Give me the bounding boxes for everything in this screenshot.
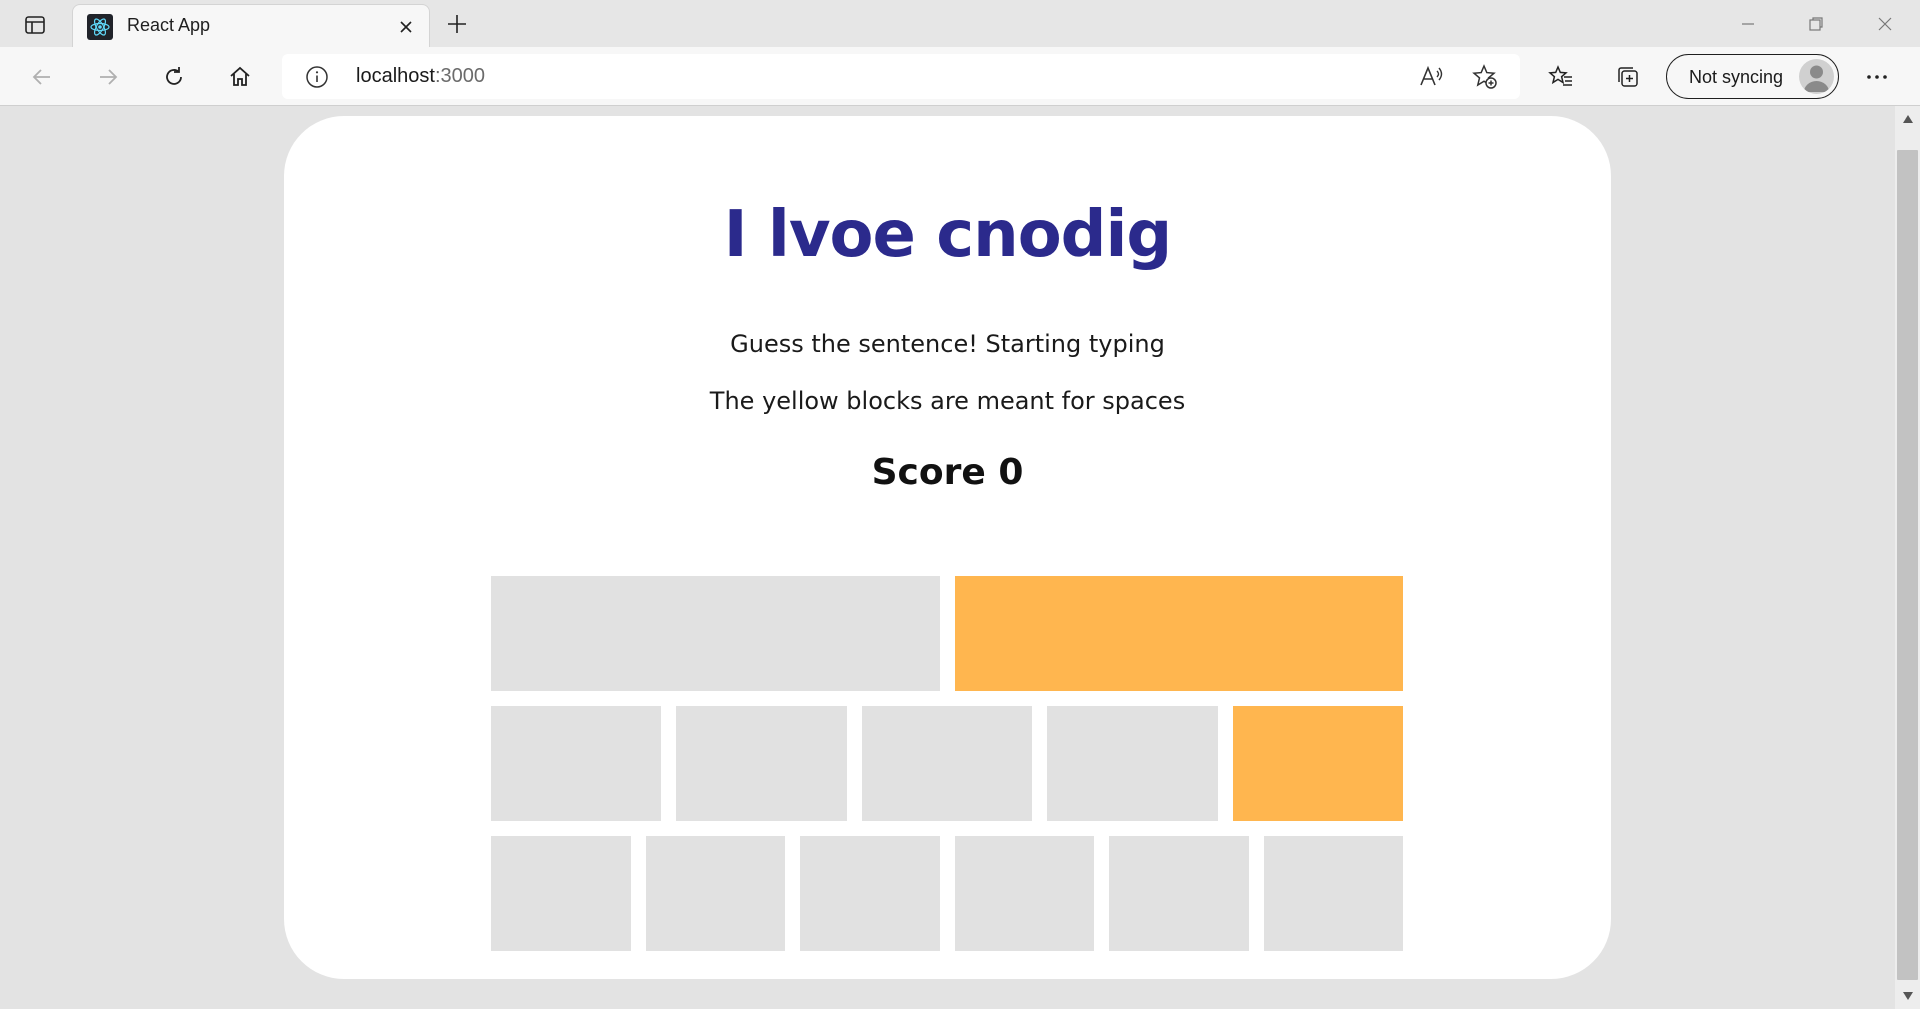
block-row: [491, 836, 1403, 951]
address-bar[interactable]: localhost:3000: [282, 54, 1520, 99]
letter-block: [800, 836, 940, 951]
favorites-button[interactable]: [1541, 57, 1581, 97]
scroll-down-button[interactable]: [1895, 983, 1920, 1009]
letter-block: [676, 706, 847, 821]
letter-block: [954, 836, 1094, 951]
site-info-icon[interactable]: [304, 64, 330, 90]
back-arrow-icon: [32, 69, 50, 85]
refresh-icon: [166, 67, 182, 85]
forward-button[interactable]: [88, 57, 128, 97]
read-aloud-icon: [1420, 65, 1443, 86]
window-close-button[interactable]: [1860, 6, 1910, 42]
back-button[interactable]: [22, 57, 62, 97]
tab-actions-button[interactable]: [18, 10, 52, 40]
tab-react-app[interactable]: React App: [72, 4, 430, 47]
score-value: 0: [998, 452, 1024, 493]
minimize-icon: [1742, 23, 1754, 25]
scroll-up-button[interactable]: [1895, 106, 1920, 132]
home-icon: [230, 66, 250, 86]
close-icon: [1878, 17, 1892, 31]
letter-block: [645, 836, 785, 951]
tab-title: React App: [127, 15, 211, 35]
scrambled-sentence-title: I lvoe cnodig: [723, 198, 1172, 272]
block-row: [491, 576, 1403, 691]
triangle-up-icon: [1902, 115, 1913, 123]
add-favorite-button[interactable]: [1466, 58, 1504, 96]
address-url[interactable]: localhost:3000: [356, 65, 485, 88]
space-block: [954, 576, 1403, 691]
letter-block: [491, 836, 631, 951]
refresh-button[interactable]: [154, 57, 194, 97]
guess-blocks-grid: [491, 576, 1404, 966]
avatar: [1799, 59, 1834, 94]
profile-sync-label: Not syncing: [1689, 67, 1784, 87]
block-row: [491, 706, 1404, 821]
collections-button[interactable]: [1608, 57, 1648, 97]
score-label: Score: [871, 452, 986, 493]
favorites-icon: [1548, 65, 1572, 86]
tab-strip: React App: [0, 0, 1920, 47]
letter-block: [491, 706, 662, 821]
home-button[interactable]: [220, 57, 260, 97]
restore-icon: [1809, 17, 1823, 31]
letter-block: [1047, 706, 1218, 821]
letter-block: [1109, 836, 1249, 951]
page-viewport: I lvoe cnodig Guess the sentence! Starti…: [0, 106, 1895, 1009]
letter-block: [1263, 836, 1403, 951]
tab-actions-icon: [25, 16, 45, 34]
close-icon: [400, 21, 412, 33]
plus-icon: [448, 15, 466, 33]
address-port: :3000: [434, 65, 485, 87]
address-host: localhost: [356, 65, 435, 87]
restore-button[interactable]: [1791, 6, 1841, 42]
tab-close-button[interactable]: [393, 14, 419, 40]
minimize-button[interactable]: [1723, 6, 1773, 42]
react-logo-icon: [87, 14, 113, 40]
ellipsis-icon: [1867, 75, 1887, 79]
profile-button[interactable]: Not syncing: [1666, 54, 1839, 99]
scrollbar-thumb[interactable]: [1897, 150, 1918, 980]
browser-toolbar: localhost:3000 Not syncing: [0, 47, 1920, 106]
game-card: I lvoe cnodig Guess the sentence! Starti…: [284, 116, 1611, 979]
triangle-down-icon: [1902, 992, 1913, 1000]
scrollbar[interactable]: [1895, 106, 1920, 1009]
letter-block: [861, 706, 1033, 821]
more-menu-button[interactable]: [1857, 57, 1897, 97]
score-display: Score 0: [284, 452, 1611, 493]
collections-icon: [1618, 67, 1638, 87]
space-block: [1232, 706, 1404, 821]
instruction-text: Guess the sentence! Starting typing: [730, 330, 1165, 358]
read-aloud-button[interactable]: [1412, 58, 1450, 96]
letter-block: [491, 576, 940, 691]
star-add-icon: [1472, 64, 1497, 89]
hint-text: The yellow blocks are meant for spaces: [709, 387, 1186, 415]
forward-arrow-icon: [100, 69, 118, 85]
new-tab-button[interactable]: [440, 8, 474, 40]
